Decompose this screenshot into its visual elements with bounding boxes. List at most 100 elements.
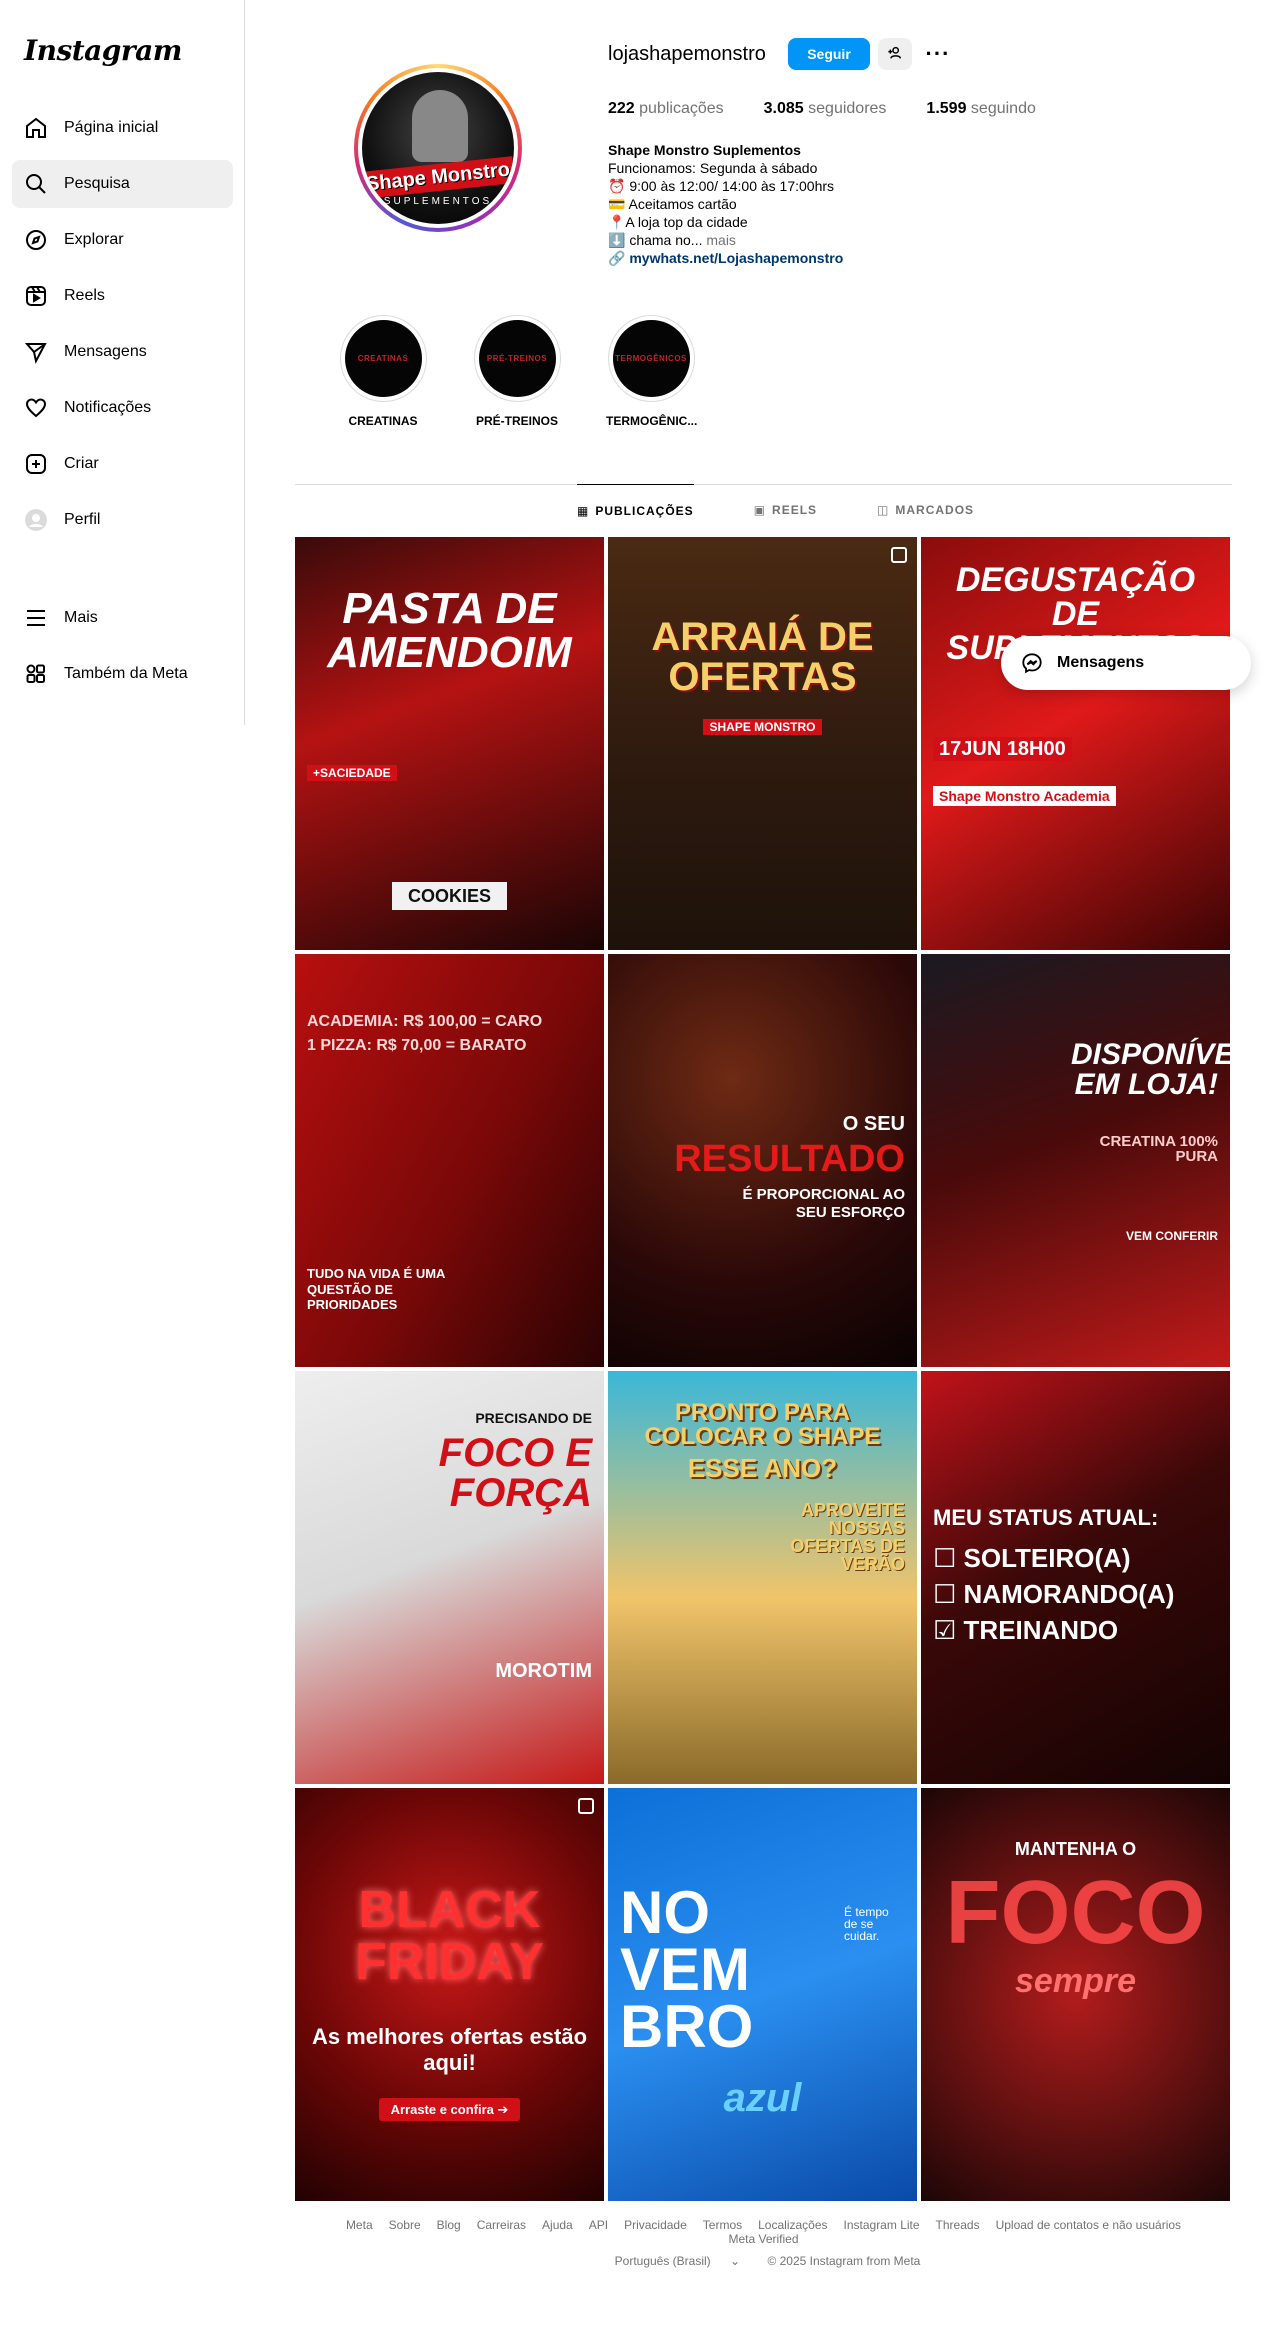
sidebar-item-explore[interactable]: Explorar (12, 216, 233, 264)
post-product: COOKIES (307, 882, 592, 910)
tab-label: PUBLICAÇÕES (595, 503, 694, 518)
footer-link[interactable]: Carreiras (477, 2218, 526, 2232)
post-subtitle: 1 PIZZA: R$ 70,00 = BARATO (307, 1037, 527, 1054)
tab-reels[interactable]: ▣ REELS (754, 484, 817, 536)
sidebar-item-label: Página inicial (64, 119, 159, 136)
post-extra: Shape Monstro Academia (933, 786, 1218, 806)
post-tile[interactable]: NO VEM BRO azul É tempo de se cuidar. (608, 1788, 917, 2201)
suggest-users-button[interactable] (878, 38, 912, 70)
sidebar-item-label: Notificações (64, 399, 152, 416)
post-subtitle: 17JUN 18H00 (933, 737, 1218, 761)
sidebar-item-home[interactable]: Página inicial (12, 104, 233, 152)
post-tile[interactable]: ARRAIÁ DE OFERTAS SHAPE MONSTRO (608, 537, 917, 950)
post-tile[interactable]: PASTA DE AMENDOIM +SACIEDADE COOKIES (295, 537, 604, 950)
grid-icon: ▦ (577, 503, 590, 518)
post-tile[interactable]: DISPONÍVEL EM LOJA! CREATINA 100% PURA V… (921, 954, 1230, 1367)
footer-link[interactable]: Ajuda (542, 2218, 573, 2232)
footer-link[interactable]: Sobre (389, 2218, 421, 2232)
highlight-ring: PRÉ-TREINOS (473, 315, 561, 402)
post-subtitle: azul (723, 2076, 802, 2120)
post-extra: MOROTIM (495, 1660, 592, 1682)
followers-label: seguidores (803, 100, 887, 117)
sidebar-item-reels[interactable]: Reels (12, 272, 233, 320)
footer-link[interactable]: Termos (703, 2218, 742, 2232)
post-title: ARRAIÁ DE OFERTAS (651, 615, 874, 699)
footer-link[interactable]: Localizações (758, 2218, 827, 2232)
bio-more-link[interactable]: mais (706, 232, 736, 248)
bio-link[interactable]: mywhats.net/Lojashapemonstro (629, 250, 843, 266)
sidebar-item-search[interactable]: Pesquisa (12, 160, 233, 208)
copyright: © 2025 Instagram from Meta (767, 2254, 921, 2268)
send-icon (24, 340, 48, 364)
avatar-inner: Shape Monstro SUPLEMENTOS (358, 68, 518, 228)
sidebar-item-notifications[interactable]: Notificações (12, 384, 233, 432)
post-tile[interactable]: PRONTO PARA COLOCAR O SHAPE ESSE ANO? AP… (608, 1371, 917, 1784)
bio-line-text: ⬇️ chama no... (608, 232, 703, 248)
sidebar-item-label: Reels (64, 287, 105, 304)
story-highlights: CREATINAS CREATINAS PRÉ-TREINOS PRÉ-TREI… (338, 315, 740, 428)
meta-apps-icon (24, 662, 48, 686)
post-subtitle: O SEU (842, 1113, 905, 1135)
language-label: Português (Brasil) (614, 2254, 711, 2268)
highlight-creatinas[interactable]: CREATINAS CREATINAS (338, 315, 428, 428)
post-title: MEU STATUS ATUAL: (933, 1505, 1159, 1530)
language-select[interactable]: Português (Brasil) ⌄ (607, 2254, 748, 2268)
footer-link[interactable]: Privacidade (624, 2218, 687, 2232)
heart-icon (24, 396, 48, 420)
product-label: COOKIES (391, 882, 507, 910)
highlight-label: TERMOGÊNIC... (606, 414, 698, 428)
post-subtitle: +SACIEDADE (307, 765, 592, 781)
messenger-icon (1021, 652, 1043, 674)
footer-link[interactable]: Upload de contatos e não usuários (996, 2218, 1181, 2232)
sidebar: Instagram Página inicial Pesquisa Explor… (0, 0, 245, 725)
link-icon: 🔗 (608, 250, 630, 266)
tab-marcados[interactable]: ◫ MARCADOS (877, 484, 974, 536)
footer-link[interactable]: Meta Verified (728, 2232, 798, 2246)
following-stat[interactable]: 1.599 seguindo (926, 100, 1035, 118)
sidebar-item-label: Mais (64, 609, 98, 626)
sidebar-item-meta[interactable]: Também da Meta (12, 650, 233, 698)
post-tile[interactable]: PRECISANDO DE FOCO E FORÇA MOROTIM (295, 1371, 604, 1784)
messages-floating-button[interactable]: Mensagens (1001, 636, 1251, 690)
post-tile[interactable]: ACADEMIA: R$ 100,00 = CARO 1 PIZZA: R$ 7… (295, 954, 604, 1367)
post-tile[interactable]: BLACK FRIDAY As melhores ofertas estão a… (295, 1788, 604, 2201)
post-badge: +SACIEDADE (307, 765, 397, 781)
more-dots-icon: ··· (925, 41, 951, 66)
footer-link[interactable]: Blog (437, 2218, 461, 2232)
post-tile[interactable]: MEU STATUS ATUAL: ☐ SOLTEIRO(A) ☐ NAMORA… (921, 1371, 1230, 1784)
home-icon (24, 116, 48, 140)
profile-avatar[interactable]: Shape Monstro SUPLEMENTOS (354, 64, 522, 232)
post-extra: ☐ NAMORANDO(A) (933, 1579, 1175, 1609)
highlight-cover: PRÉ-TREINOS (478, 320, 556, 397)
following-label: seguindo (966, 100, 1036, 117)
bio-line: 💳 Aceitamos cartão (608, 196, 737, 212)
highlight-termogenicos[interactable]: TERMOGÊNICOS TERMOGÊNIC... (606, 315, 698, 428)
bio-line: Funcionamos: Segunda à sábado (608, 160, 818, 176)
sidebar-item-label: Mensagens (64, 343, 147, 360)
followers-stat[interactable]: 3.085 seguidores (764, 100, 887, 118)
sidebar-item-messages[interactable]: Mensagens (12, 328, 233, 376)
instagram-logo[interactable]: Instagram (24, 34, 182, 67)
footer-link[interactable]: Instagram Lite (844, 2218, 920, 2232)
footer-link[interactable]: Meta (346, 2218, 373, 2232)
post-extra: TUDO NA VIDA É UMA QUESTÃO DE PRIORIDADE… (307, 1266, 445, 1313)
post-tile[interactable]: DEGUSTAÇÃO DE SUPLEMENTOS 17JUN 18H00 Sh… (921, 537, 1230, 950)
sidebar-bottom-nav: Mais Também da Meta (12, 594, 233, 706)
highlight-cover: TERMOGÊNICOS (612, 320, 690, 397)
post-tile[interactable]: MANTENHA O FOCO sempre (921, 1788, 1230, 2201)
follow-button[interactable]: Seguir (788, 38, 870, 70)
highlight-ring: CREATINAS (339, 315, 427, 402)
post-tile[interactable]: O SEU RESULTADO É PROPORCIONAL AO SEU ES… (608, 954, 917, 1367)
sidebar-item-more[interactable]: Mais (12, 594, 233, 642)
highlight-ring: TERMOGÊNICOS (607, 315, 695, 402)
post-extra-2: ☑ TREINANDO (933, 1615, 1119, 1645)
footer-link[interactable]: Threads (936, 2218, 980, 2232)
posts-count: 222 (608, 100, 635, 117)
highlight-pre-treinos[interactable]: PRÉ-TREINOS PRÉ-TREINOS (472, 315, 562, 428)
sidebar-item-create[interactable]: Criar (12, 440, 233, 488)
more-options-button[interactable]: ··· (925, 41, 951, 66)
tab-publicacoes[interactable]: ▦ PUBLICAÇÕES (577, 484, 694, 536)
sidebar-item-profile[interactable]: Perfil (12, 496, 233, 544)
footer-link[interactable]: API (589, 2218, 608, 2232)
carousel-icon (891, 547, 907, 563)
